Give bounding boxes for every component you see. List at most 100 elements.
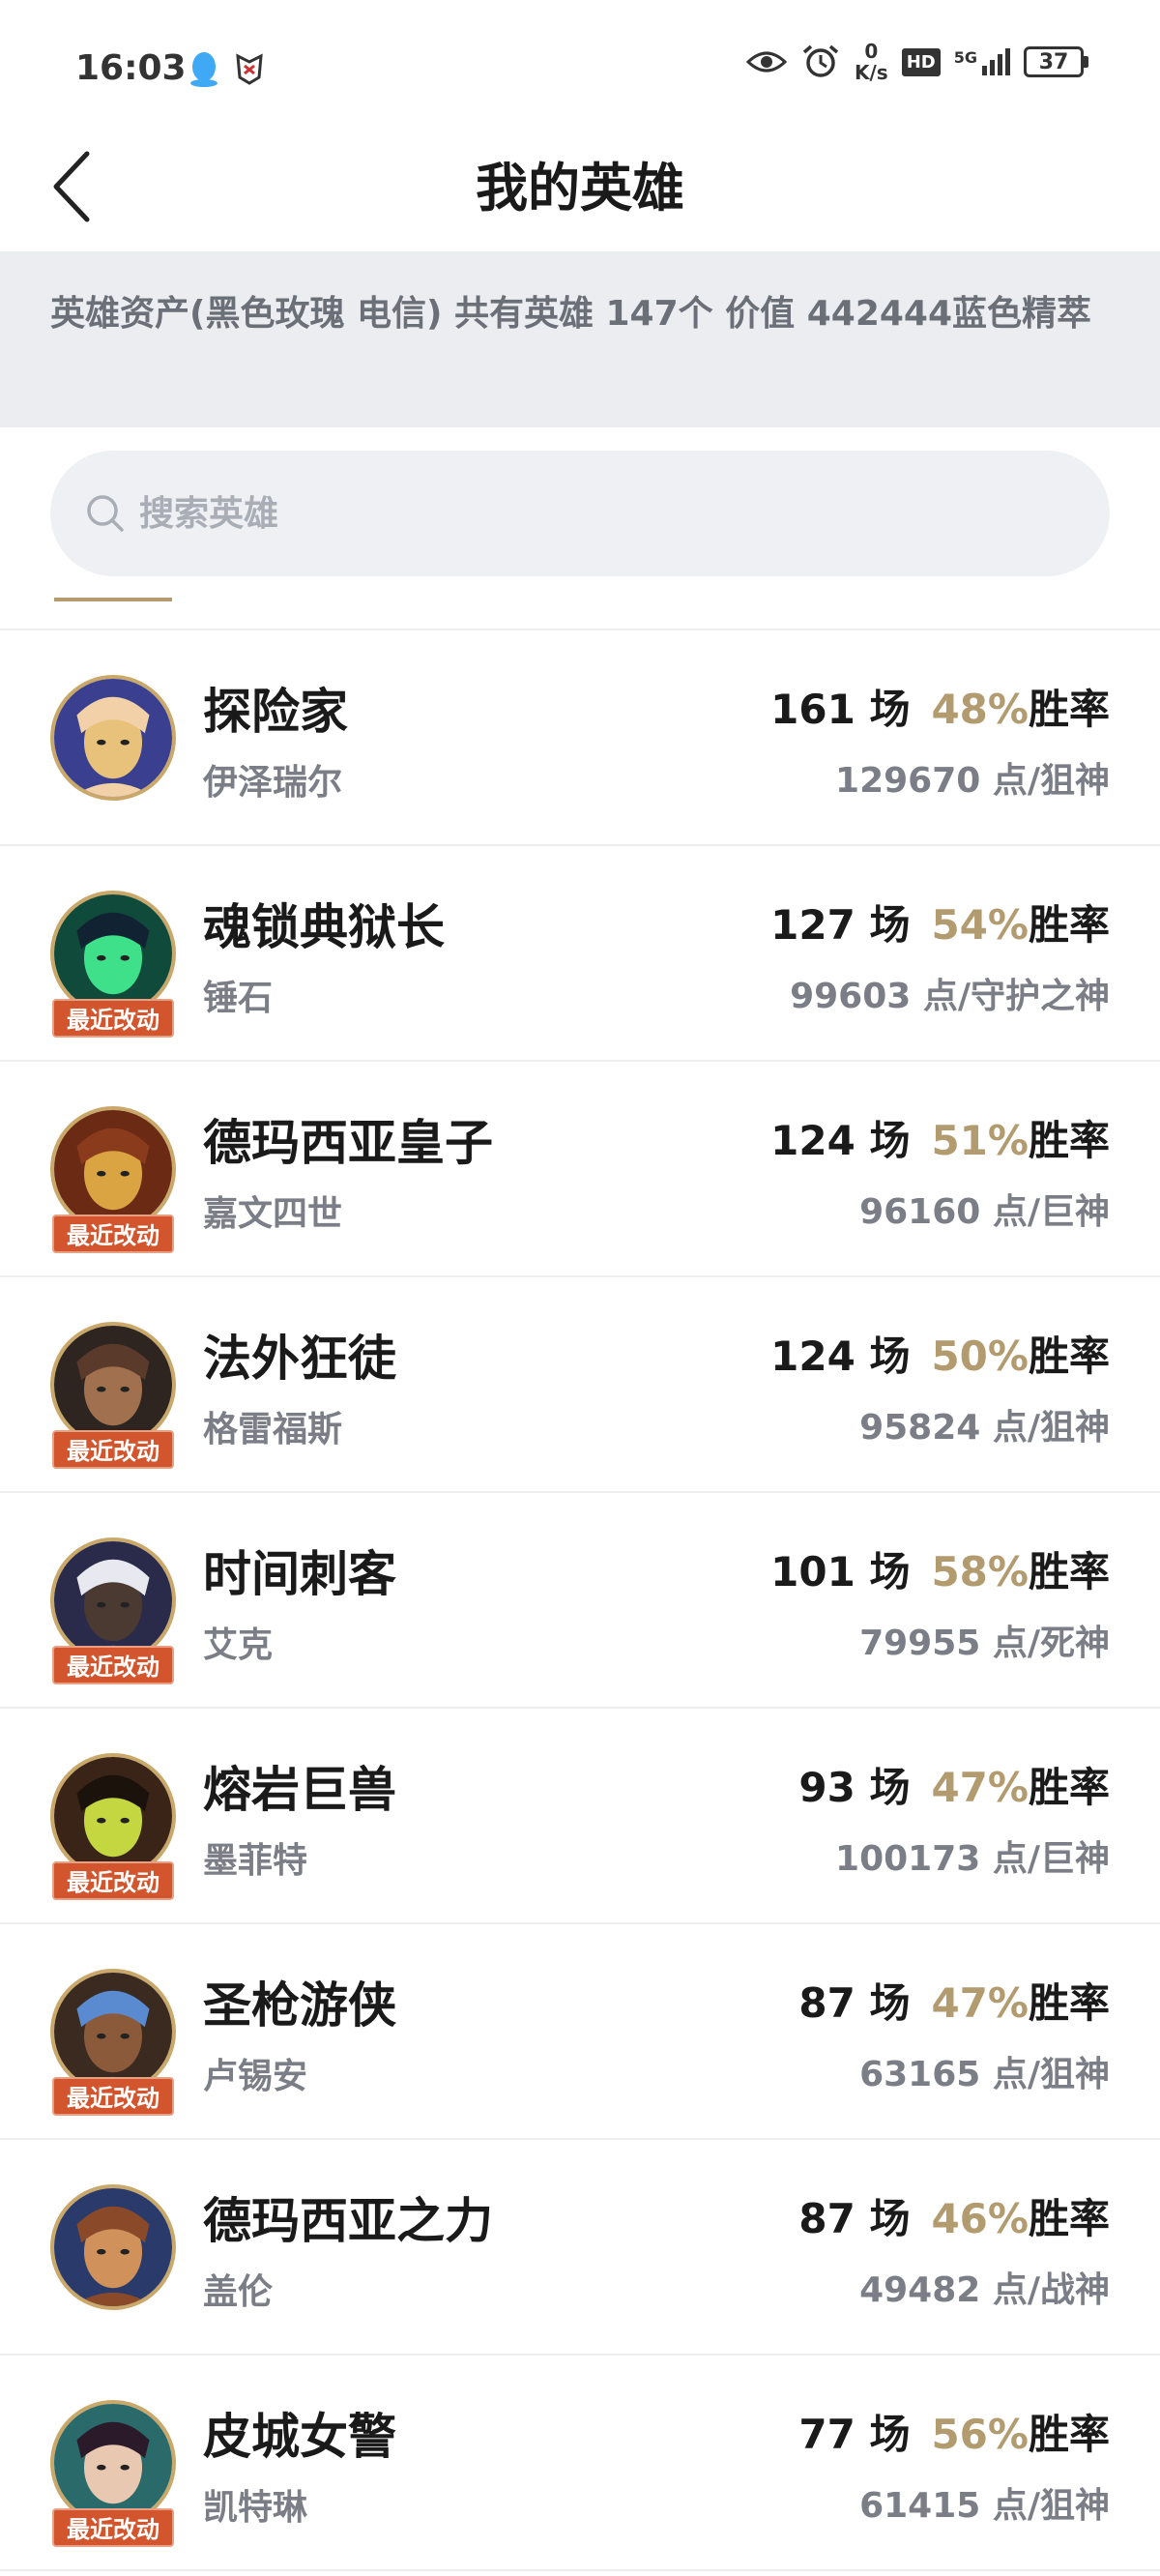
net-speed: 0 K/s bbox=[855, 41, 888, 83]
malphite-avatar bbox=[50, 1753, 176, 1879]
hero-row[interactable]: 最近改动 熔岩巨兽 墨菲特 93 场 47%胜率 100173 点/巨神 bbox=[0, 1709, 1160, 1924]
hero-name: 卢锡安 bbox=[203, 2057, 308, 2096]
recently-changed-badge: 最近改动 bbox=[52, 1215, 174, 1253]
hero-title: 皮城女警 bbox=[203, 2409, 396, 2465]
avatar-container: 最近改动 bbox=[50, 2400, 176, 2547]
hero-name: 伊泽瑞尔 bbox=[203, 763, 343, 803]
recently-changed-badge: 最近改动 bbox=[52, 1861, 174, 1900]
winrate-label: 胜率 bbox=[1028, 1764, 1110, 1811]
hero-points: 63165 点/狙神 bbox=[859, 2055, 1110, 2094]
hero-name: 锤石 bbox=[203, 979, 274, 1018]
hero-row[interactable]: 最近改动 皮城女警 凯特琳 77 场 56%胜率 61415 点/狙神 bbox=[0, 2356, 1160, 2571]
net-speed-unit: K/s bbox=[855, 61, 888, 84]
caitlyn-avatar bbox=[50, 2400, 176, 2526]
recently-changed-badge: 最近改动 bbox=[52, 2077, 174, 2116]
avatar-container bbox=[50, 2184, 176, 2310]
hero-name: 格雷福斯 bbox=[203, 1410, 343, 1449]
hero-stats: 77 场 56%胜率 bbox=[798, 2402, 1110, 2461]
tab-indicator bbox=[54, 598, 172, 601]
hero-row[interactable]: 最近改动 圣枪游侠 卢锡安 87 场 47%胜率 63165 点/狙神 bbox=[0, 1924, 1160, 2140]
games-played: 87 场 bbox=[798, 2195, 911, 2242]
winrate-label: 胜率 bbox=[1028, 1332, 1110, 1380]
hero-stats: 161 场 48%胜率 bbox=[770, 677, 1110, 736]
title-bar: 我的英雄 bbox=[0, 135, 1160, 251]
winrate-value: 48% bbox=[931, 686, 1029, 733]
recently-changed-badge: 最近改动 bbox=[52, 1646, 174, 1684]
hero-row[interactable]: 最近改动 德玛西亚皇子 嘉文四世 124 场 51%胜率 96160 点/巨神 bbox=[0, 1062, 1160, 1277]
hero-title: 时间刺客 bbox=[203, 1546, 396, 1602]
hero-points: 96160 点/巨神 bbox=[859, 1192, 1110, 1232]
hero-points: 61415 点/狙神 bbox=[859, 2486, 1110, 2526]
notification-icons bbox=[188, 50, 265, 87]
winrate-value: 46% bbox=[931, 2195, 1029, 2242]
graves-avatar bbox=[50, 1322, 176, 1448]
winrate-label: 胜率 bbox=[1028, 901, 1110, 949]
hero-stats: 87 场 46%胜率 bbox=[798, 2186, 1110, 2245]
alarm-icon bbox=[802, 44, 839, 77]
hero-list: 探险家 伊泽瑞尔 161 场 48%胜率 129670 点/狙神 最近改动 魂锁典… bbox=[0, 630, 1160, 2571]
games-played: 77 场 bbox=[798, 2411, 911, 2458]
games-played: 127 场 bbox=[770, 901, 911, 949]
games-played: 101 场 bbox=[770, 1548, 911, 1595]
hero-name: 凯特琳 bbox=[203, 2488, 308, 2528]
status-bar: 16:03 0 K/s HD 5G 37 bbox=[0, 0, 1160, 135]
winrate-label: 胜率 bbox=[1028, 1548, 1110, 1595]
winrate-value: 56% bbox=[931, 2411, 1029, 2458]
hero-title: 圣枪游侠 bbox=[203, 1977, 396, 2034]
hero-row[interactable]: 最近改动 时间刺客 艾克 101 场 58%胜率 79955 点/死神 bbox=[0, 1493, 1160, 1709]
ezreal-avatar bbox=[50, 675, 176, 801]
network-type: 5G bbox=[953, 48, 977, 67]
games-played: 124 场 bbox=[770, 1117, 911, 1164]
avatar-container: 最近改动 bbox=[50, 1537, 176, 1684]
avatar-container: 最近改动 bbox=[50, 1106, 176, 1253]
hero-points: 99603 点/守护之神 bbox=[790, 977, 1110, 1016]
status-right-icons: 0 K/s HD 5G 37 bbox=[746, 41, 1088, 83]
hero-points: 129670 点/狙神 bbox=[835, 761, 1110, 801]
avatar-container bbox=[50, 675, 176, 801]
winrate-label: 胜率 bbox=[1028, 1117, 1110, 1164]
avatar-container: 最近改动 bbox=[50, 1322, 176, 1469]
winrate-label: 胜率 bbox=[1028, 2411, 1110, 2458]
winrate-label: 胜率 bbox=[1028, 2195, 1110, 2242]
ekko-avatar bbox=[50, 1537, 176, 1663]
search-icon bbox=[87, 495, 124, 532]
thresh-avatar bbox=[50, 891, 176, 1016]
search-input[interactable] bbox=[139, 493, 1009, 534]
recently-changed-badge: 最近改动 bbox=[52, 999, 174, 1038]
hero-stats: 93 场 47%胜率 bbox=[798, 1755, 1110, 1814]
jarvan-avatar bbox=[50, 1106, 176, 1232]
winrate-value: 51% bbox=[931, 1117, 1029, 1164]
hero-stats: 124 场 50%胜率 bbox=[770, 1324, 1110, 1383]
winrate-value: 50% bbox=[931, 1332, 1029, 1380]
asset-summary: 英雄资产(黑色玫瑰 电信) 共有英雄 147个 价值 442444蓝色精萃 bbox=[0, 251, 1160, 427]
avatar-container: 最近改动 bbox=[50, 891, 176, 1038]
winrate-label: 胜率 bbox=[1028, 1979, 1110, 2027]
hero-name: 盖伦 bbox=[203, 2272, 274, 2312]
status-time: 16:03 bbox=[75, 48, 187, 88]
hero-points: 100173 点/巨神 bbox=[835, 1839, 1110, 1879]
hero-points: 79955 点/死神 bbox=[859, 1624, 1110, 1663]
hero-name: 艾克 bbox=[203, 1625, 274, 1665]
battery-level: 37 bbox=[1024, 46, 1084, 77]
hero-row[interactable]: 探险家 伊泽瑞尔 161 场 48%胜率 129670 点/狙神 bbox=[0, 630, 1160, 846]
hero-points: 95824 点/狙神 bbox=[859, 1408, 1110, 1448]
qq-penguin-icon bbox=[190, 52, 218, 87]
hero-stats: 127 场 54%胜率 bbox=[770, 893, 1110, 951]
hero-stats: 87 场 47%胜率 bbox=[798, 1971, 1110, 2030]
search-bar[interactable] bbox=[50, 451, 1110, 576]
eye-icon bbox=[746, 51, 787, 73]
hero-row[interactable]: 最近改动 魂锁典狱长 锤石 127 场 54%胜率 99603 点/守护之神 bbox=[0, 846, 1160, 1062]
hero-row[interactable]: 德玛西亚之力 盖伦 87 场 46%胜率 49482 点/战神 bbox=[0, 2140, 1160, 2356]
garen-avatar bbox=[50, 2184, 176, 2310]
avatar-container: 最近改动 bbox=[50, 1969, 176, 2116]
net-speed-value: 0 bbox=[864, 40, 879, 63]
hd-badge: HD bbox=[901, 47, 941, 76]
winrate-value: 47% bbox=[931, 1764, 1029, 1811]
winrate-value: 58% bbox=[931, 1548, 1029, 1595]
hero-stats: 101 场 58%胜率 bbox=[770, 1539, 1110, 1598]
battery-icon: 37 bbox=[1024, 46, 1088, 77]
hero-points: 49482 点/战神 bbox=[859, 2270, 1110, 2310]
recently-changed-badge: 最近改动 bbox=[52, 2508, 174, 2547]
games-played: 124 场 bbox=[770, 1332, 911, 1380]
hero-row[interactable]: 最近改动 法外狂徒 格雷福斯 124 场 50%胜率 95824 点/狙神 bbox=[0, 1277, 1160, 1493]
